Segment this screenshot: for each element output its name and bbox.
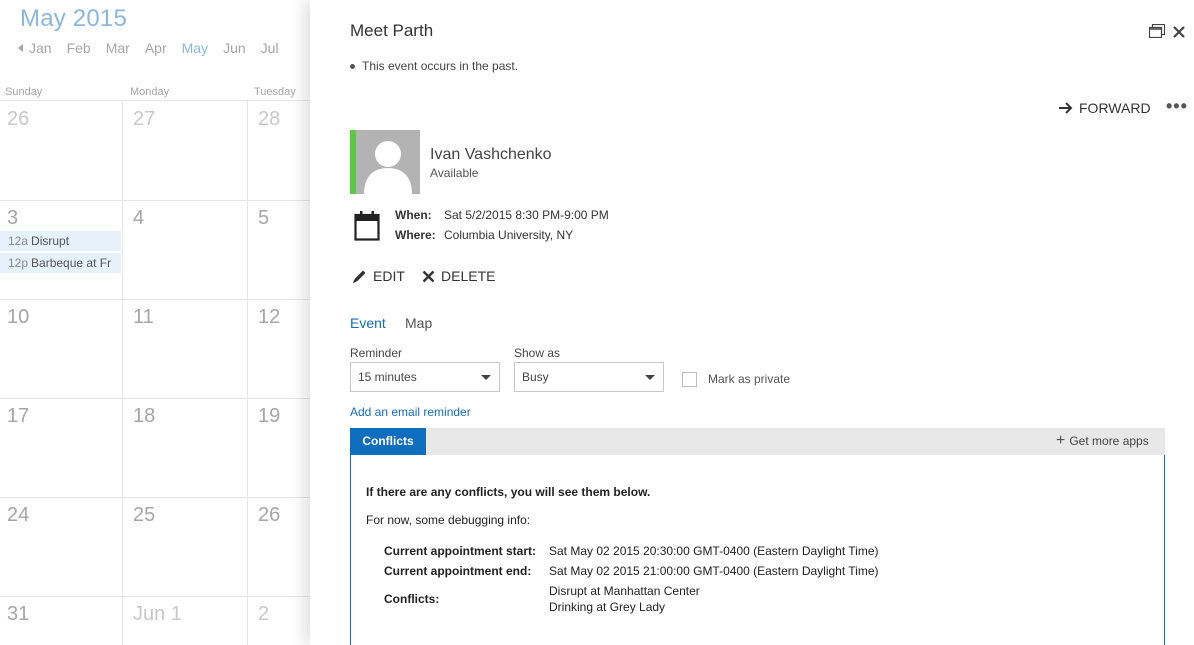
month-feb[interactable]: Feb	[67, 40, 91, 56]
more-options-icon[interactable]: •••	[1166, 97, 1188, 115]
grid-line	[0, 497, 310, 498]
pencil-icon	[353, 270, 366, 283]
day-cell[interactable]: 26	[7, 108, 29, 131]
when-value: Sat 5/2/2015 8:30 PM-9:00 PM	[444, 208, 609, 222]
month-jan[interactable]: Jan	[29, 40, 52, 56]
close-icon[interactable]	[1172, 25, 1186, 39]
mark-private-checkbox[interactable]	[682, 372, 697, 387]
calendar-icon	[354, 211, 380, 241]
edit-button[interactable]: EDIT	[352, 268, 405, 284]
arrow-right-icon	[1059, 102, 1073, 114]
grid-line	[122, 100, 123, 645]
conflict-item: Drinking at Grey Lady	[549, 600, 666, 614]
x-icon	[422, 270, 435, 282]
delete-button[interactable]: DELETE	[422, 268, 495, 284]
month-apr[interactable]: Apr	[145, 40, 167, 56]
addin-subtext: For now, some debugging info:	[366, 513, 531, 527]
grid-line	[247, 100, 248, 645]
day-cell[interactable]: 18	[133, 405, 155, 428]
day-cell[interactable]: 19	[258, 405, 280, 428]
event-details-panel: Meet Parth This event occurs in the past…	[310, 0, 1194, 645]
forward-button[interactable]: FORWARD	[1058, 100, 1151, 116]
show-as-select[interactable]: Busy	[514, 362, 664, 392]
day-cell[interactable]: Jun 1	[133, 603, 182, 626]
month-calendar: May 2015 Jan Feb Mar Apr May Jun Jul Sun…	[0, 0, 310, 645]
conflict-item: Disrupt at Manhattan Center	[549, 584, 700, 598]
tab-event[interactable]: Event	[350, 315, 386, 331]
end-value: Sat May 02 2015 21:00:00 GMT-0400 (Easte…	[549, 564, 879, 578]
person-icon	[364, 141, 412, 194]
when-label: When:	[395, 208, 432, 222]
tab-map[interactable]: Map	[405, 315, 432, 331]
start-value: Sat May 02 2015 20:30:00 GMT-0400 (Easte…	[549, 544, 879, 558]
grid-line	[0, 100, 310, 101]
month-may[interactable]: May	[182, 40, 208, 56]
calendar-event[interactable]: 12p Barbeque at Fr	[0, 253, 121, 273]
grid-line	[0, 200, 310, 201]
calendar-title: May 2015	[20, 5, 127, 32]
get-more-apps-label: Get more apps	[1069, 434, 1149, 448]
delete-label: DELETE	[441, 268, 496, 284]
tab-conflicts[interactable]: Conflicts	[350, 428, 426, 455]
mark-private-label[interactable]: Mark as private	[708, 372, 790, 386]
weekday-sunday: Sunday	[5, 86, 43, 98]
month-jul[interactable]: Jul	[261, 40, 279, 56]
day-cell[interactable]: 2	[258, 603, 269, 626]
forward-label: FORWARD	[1079, 100, 1151, 116]
avatar	[350, 130, 420, 194]
day-cell[interactable]: 31	[7, 603, 29, 626]
show-as-label: Show as	[514, 346, 561, 360]
attendee-status: Available	[430, 166, 479, 180]
day-cell[interactable]: 3	[7, 207, 18, 230]
where-label: Where:	[395, 228, 436, 242]
popout-icon[interactable]	[1149, 24, 1165, 38]
day-cell[interactable]: 26	[258, 504, 280, 527]
event-title: Disrupt	[31, 234, 70, 248]
month-mar[interactable]: Mar	[106, 40, 130, 56]
day-cell[interactable]: 12	[258, 306, 280, 329]
event-title: Barbeque at Fr	[31, 256, 112, 270]
chevron-down-icon	[645, 375, 655, 380]
day-cell[interactable]: 28	[258, 108, 280, 131]
month-nav: Jan Feb Mar Apr May Jun Jul	[18, 40, 294, 56]
past-event-text: This event occurs in the past.	[362, 59, 519, 73]
start-label: Current appointment start:	[384, 544, 537, 558]
event-title: Meet Parth	[350, 21, 434, 40]
prev-month-icon[interactable]	[18, 44, 23, 52]
day-cell[interactable]: 10	[7, 306, 29, 329]
addin-heading: If there are any conflicts, you will see…	[366, 485, 651, 499]
past-event-note: This event occurs in the past.	[350, 59, 518, 73]
event-time: 12p	[8, 256, 29, 270]
bullet-icon	[350, 63, 355, 69]
day-cell[interactable]: 24	[7, 504, 29, 527]
day-cell[interactable]: 11	[133, 306, 154, 329]
day-cell[interactable]: 5	[258, 207, 269, 230]
end-label: Current appointment end:	[384, 564, 532, 578]
month-jun[interactable]: Jun	[223, 40, 246, 56]
conflicts-label: Conflicts:	[384, 592, 440, 606]
day-cell[interactable]: 27	[133, 108, 155, 131]
get-more-apps-button[interactable]: + Get more apps	[1056, 432, 1149, 449]
chevron-down-icon	[481, 375, 491, 380]
attendee-name[interactable]: Ivan Vashchenko	[430, 146, 552, 164]
reminder-label: Reminder	[350, 346, 403, 360]
day-cell[interactable]: 4	[133, 207, 144, 230]
calendar-event[interactable]: 12a Disrupt	[0, 231, 121, 251]
where-value: Columbia University, NY	[444, 228, 574, 242]
day-cell[interactable]: 25	[133, 504, 155, 527]
weekday-monday: Monday	[130, 86, 170, 98]
grid-line	[0, 299, 310, 300]
reminder-select[interactable]: 15 minutes	[350, 362, 500, 392]
event-time: 12a	[8, 234, 29, 248]
day-cell[interactable]: 17	[7, 405, 29, 428]
edit-label: EDIT	[373, 268, 405, 284]
grid-line	[0, 398, 310, 399]
addin-tab-bar	[350, 428, 1165, 455]
weekday-tuesday: Tuesday	[254, 86, 296, 98]
add-email-reminder-link[interactable]: Add an email reminder	[350, 405, 471, 419]
grid-line	[0, 596, 310, 597]
plus-icon: +	[1056, 432, 1066, 449]
show-as-value: Busy	[522, 370, 549, 384]
reminder-value: 15 minutes	[358, 370, 417, 384]
